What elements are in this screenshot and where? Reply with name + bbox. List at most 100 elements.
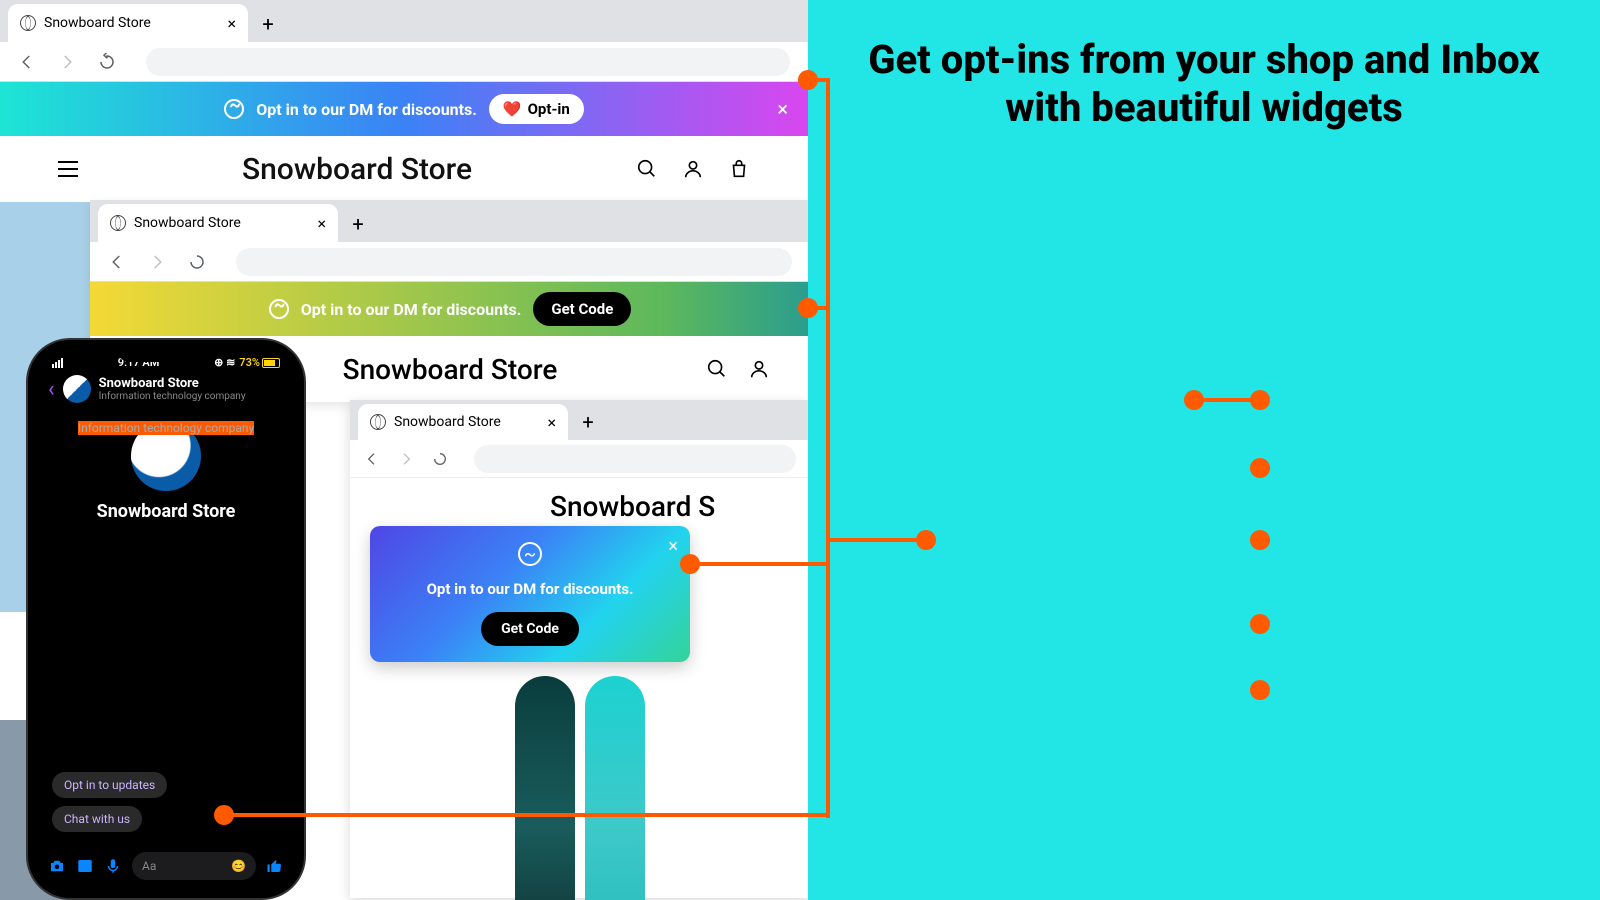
connector-dot bbox=[214, 805, 234, 825]
reload-icon[interactable] bbox=[98, 53, 116, 71]
optin-button[interactable]: ❤️ Opt-in bbox=[489, 94, 584, 124]
mic-icon[interactable] bbox=[104, 857, 122, 875]
chat-input-bar: Aa😊 bbox=[38, 852, 294, 880]
getcode-button[interactable]: Get Code bbox=[481, 612, 579, 646]
connector-dot bbox=[1184, 390, 1204, 410]
quick-reply-chips: Opt in to updates Chat with us bbox=[52, 772, 167, 832]
close-tab-icon[interactable]: × bbox=[227, 14, 236, 33]
getcode-button[interactable]: Get Code bbox=[533, 292, 631, 326]
close-banner-icon[interactable]: × bbox=[777, 97, 788, 121]
page-body: Snowboard S × ~ Opt in to our DM for dis… bbox=[350, 478, 808, 898]
product-image bbox=[515, 676, 645, 898]
back-icon[interactable] bbox=[108, 253, 126, 271]
connector-dot bbox=[798, 70, 818, 90]
avatar bbox=[63, 375, 91, 403]
popup-close-icon[interactable]: × bbox=[668, 536, 678, 557]
chat-subtitle: Information technology company bbox=[99, 391, 246, 402]
reload-icon[interactable] bbox=[188, 253, 206, 271]
connector-dot bbox=[1250, 614, 1270, 634]
snowboard-b bbox=[585, 676, 645, 900]
toolbar bbox=[350, 440, 808, 478]
tab-title: Snowboard Store bbox=[44, 15, 151, 31]
tab-title: Snowboard Store bbox=[134, 215, 241, 231]
globe-icon bbox=[370, 414, 386, 430]
store-title: Snowboard S bbox=[550, 490, 808, 523]
profile-name: Snowboard Store bbox=[97, 501, 236, 522]
photo-icon[interactable] bbox=[76, 857, 94, 875]
tab-strip: Snowboard Store × + bbox=[0, 0, 808, 42]
snowboard-a bbox=[515, 676, 575, 900]
browser-tab[interactable]: Snowboard Store × bbox=[98, 204, 338, 242]
connector-line bbox=[692, 562, 830, 566]
browser-window-3: Snowboard Store × + Snowboard S × ~ Opt … bbox=[350, 400, 808, 898]
chip-optin[interactable]: Opt in to updates bbox=[52, 772, 167, 798]
messenger-icon: ~ bbox=[518, 542, 542, 566]
back-icon[interactable] bbox=[18, 53, 36, 71]
store-title: Snowboard Store bbox=[343, 353, 558, 386]
forward-icon[interactable] bbox=[148, 253, 166, 271]
like-icon[interactable] bbox=[266, 857, 284, 875]
cart-icon[interactable] bbox=[728, 158, 750, 180]
browser-tab[interactable]: Snowboard Store × bbox=[8, 4, 248, 42]
chat-name: Snowboard Store bbox=[99, 376, 246, 391]
globe-icon bbox=[110, 215, 126, 231]
battery-icon: 73% bbox=[239, 356, 280, 369]
banner-text: Opt in to our DM for discounts. bbox=[301, 300, 522, 319]
connector-dot bbox=[1250, 458, 1270, 478]
back-icon[interactable]: ‹ bbox=[48, 377, 55, 402]
address-bar[interactable] bbox=[146, 48, 790, 76]
new-tab-button[interactable]: + bbox=[576, 410, 600, 434]
user-icon[interactable] bbox=[682, 158, 704, 180]
connector-line bbox=[826, 538, 922, 542]
close-tab-icon[interactable]: × bbox=[547, 413, 556, 432]
browser-window-1: Snowboard Store × + Opt in to our DM for… bbox=[0, 0, 808, 202]
connector-line bbox=[826, 78, 830, 818]
user-icon[interactable] bbox=[748, 358, 770, 380]
messenger-icon bbox=[269, 299, 289, 319]
chat-profile: Snowboard Store Typically replies instan… bbox=[38, 407, 294, 540]
new-tab-button[interactable]: + bbox=[346, 212, 370, 236]
menu-icon[interactable] bbox=[58, 161, 78, 177]
store-header: Snowboard Store bbox=[0, 136, 808, 202]
banner-text: Opt in to our DM for discounts. bbox=[256, 100, 477, 119]
store-title: Snowboard Store bbox=[242, 152, 472, 187]
connector-dot bbox=[1250, 530, 1270, 550]
address-bar[interactable] bbox=[474, 445, 796, 473]
connector-dot bbox=[798, 298, 818, 318]
chip-chat[interactable]: Chat with us bbox=[52, 806, 142, 832]
optin-banner-gradient: Opt in to our DM for discounts. ❤️ Opt-i… bbox=[0, 82, 808, 136]
reload-icon[interactable] bbox=[432, 451, 448, 467]
forward-icon[interactable] bbox=[58, 53, 76, 71]
phone-notch bbox=[116, 340, 216, 362]
connector-dot bbox=[680, 554, 700, 574]
address-bar[interactable] bbox=[236, 248, 792, 276]
search-icon[interactable] bbox=[636, 158, 658, 180]
back-icon[interactable] bbox=[364, 451, 380, 467]
toolbar bbox=[90, 242, 808, 282]
camera-icon[interactable] bbox=[48, 857, 66, 875]
chat-header: ‹ Snowboard Store Information technology… bbox=[38, 371, 294, 407]
new-tab-button[interactable]: + bbox=[256, 12, 280, 36]
optin-label: Opt-in bbox=[528, 100, 570, 118]
connector-dot bbox=[1250, 390, 1270, 410]
signal-icon bbox=[52, 358, 63, 368]
search-icon[interactable] bbox=[706, 358, 728, 380]
optin-popup: × ~ Opt in to our DM for discounts. Get … bbox=[370, 526, 690, 662]
browser-tab[interactable]: Snowboard Store × bbox=[358, 404, 568, 440]
messenger-icon bbox=[224, 99, 244, 119]
connector-line bbox=[226, 813, 830, 817]
optin-banner-green: Opt in to our DM for discounts. Get Code bbox=[90, 282, 808, 336]
globe-icon bbox=[20, 15, 36, 31]
toolbar bbox=[0, 42, 808, 82]
connector-dot bbox=[916, 530, 936, 550]
tab-strip: Snowboard Store × + bbox=[90, 200, 808, 242]
profile-subtitle: Information technology company bbox=[78, 421, 254, 435]
popup-text: Opt in to our DM for discounts. bbox=[427, 580, 634, 598]
tab-strip: Snowboard Store × + bbox=[350, 400, 808, 440]
marketing-headline: Get opt-ins from your shop and Inbox wit… bbox=[844, 36, 1564, 132]
connector-dot bbox=[1250, 680, 1270, 700]
forward-icon[interactable] bbox=[398, 451, 414, 467]
tab-title: Snowboard Store bbox=[394, 414, 501, 430]
close-tab-icon[interactable]: × bbox=[317, 214, 326, 233]
message-input[interactable]: Aa😊 bbox=[132, 852, 256, 880]
